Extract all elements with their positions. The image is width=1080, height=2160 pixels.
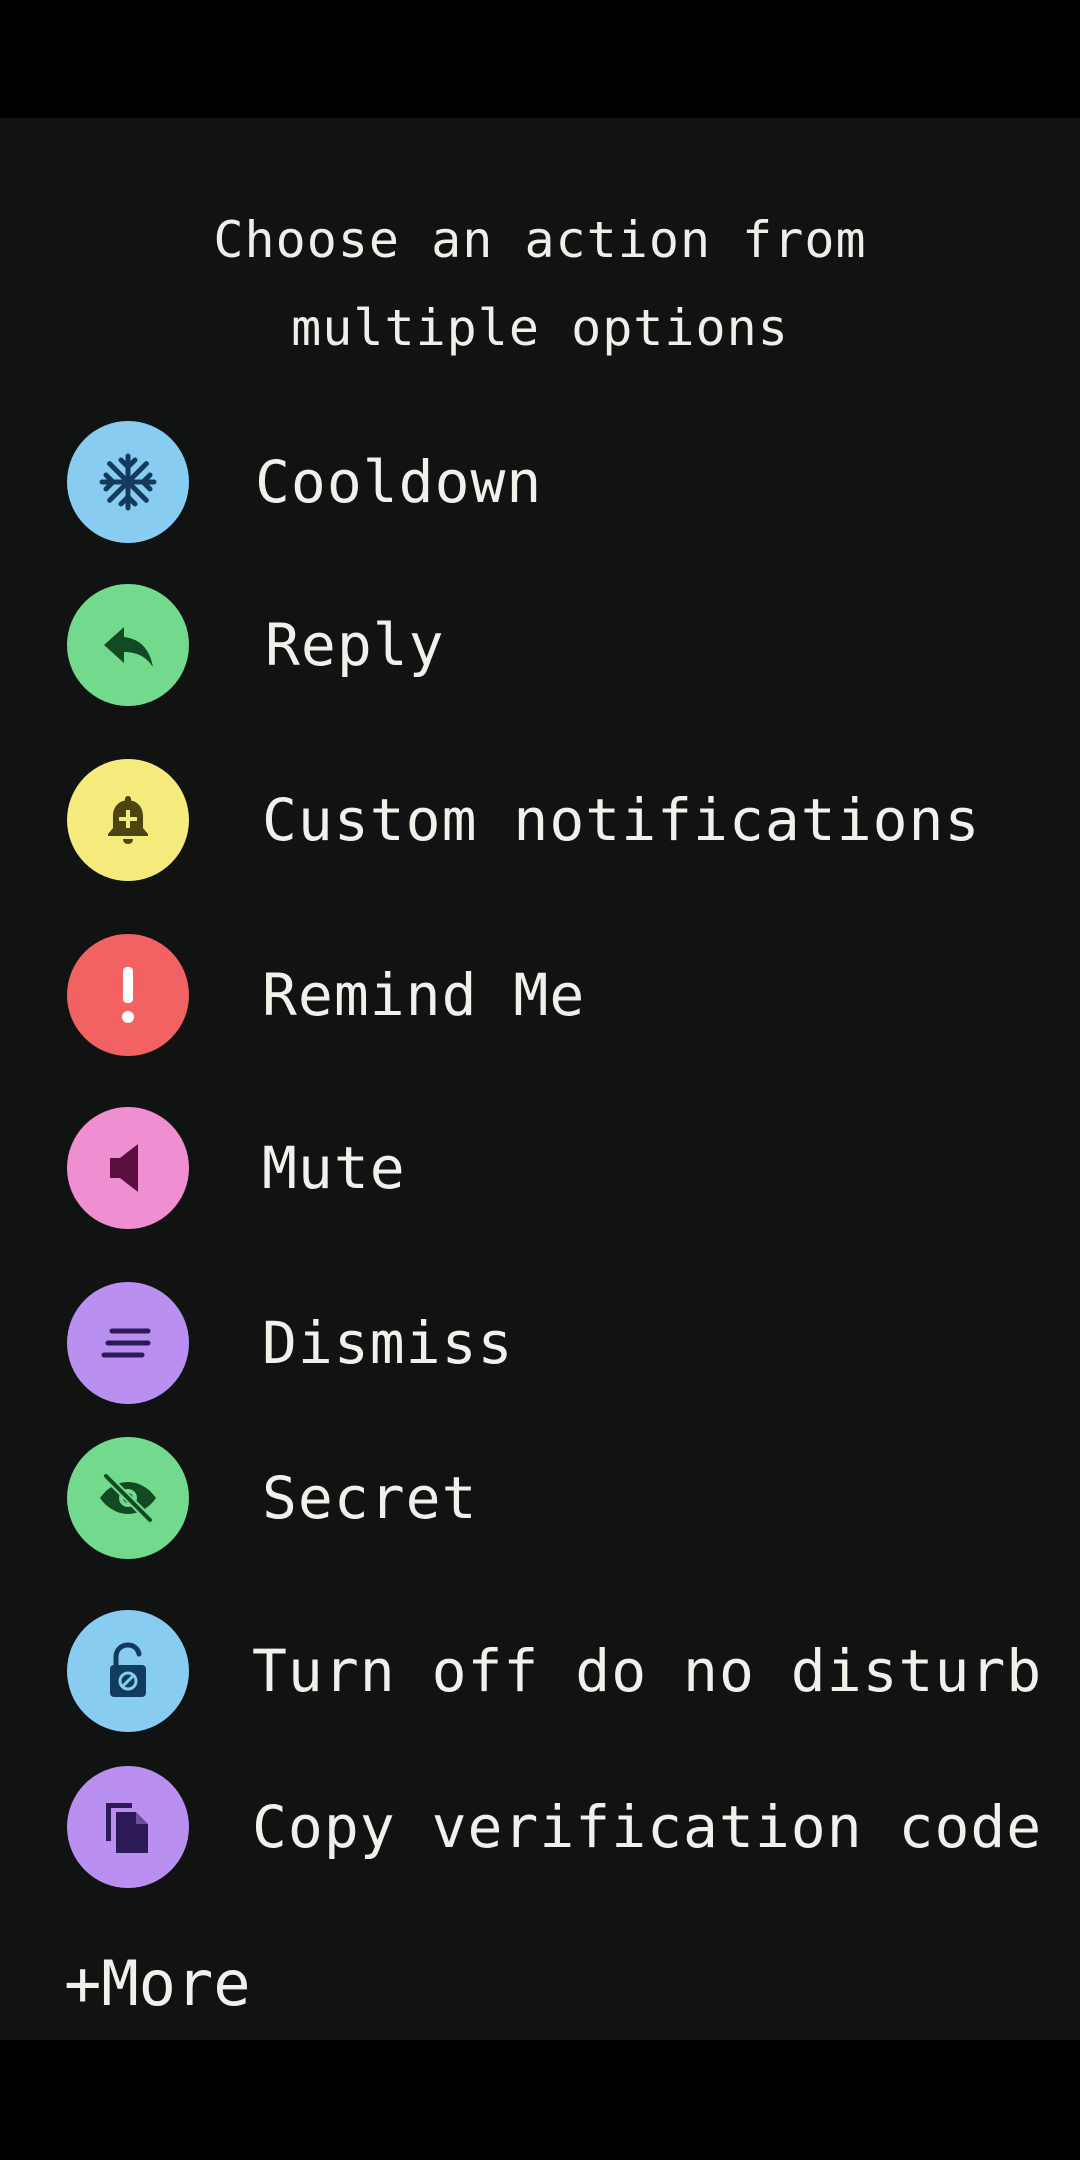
bell-plus-icon <box>108 796 148 844</box>
action-label: Copy verification code <box>252 1793 1043 1861</box>
action-turn-off-dnd[interactable]: Turn off do no disturb <box>0 1610 1080 1734</box>
action-label: Dismiss <box>262 1309 514 1377</box>
action-reply[interactable]: Reply <box>0 584 1080 708</box>
action-mute[interactable]: Mute <box>0 1107 1080 1231</box>
cooldown-circle <box>67 421 189 543</box>
action-custom-notifications[interactable]: Custom notifications <box>0 759 1080 883</box>
remind-me-circle <box>67 934 189 1056</box>
action-cooldown[interactable]: Cooldown <box>0 421 1080 545</box>
unlock-icon <box>110 1642 146 1697</box>
action-label: Custom notifications <box>262 786 981 854</box>
action-secret[interactable]: Secret <box>0 1437 1080 1561</box>
eye-off-icon <box>100 1472 156 1524</box>
navigation-bar-area <box>0 2040 1080 2160</box>
action-label: Mute <box>262 1134 406 1202</box>
lines-icon <box>101 1328 151 1358</box>
action-dismiss[interactable]: Dismiss <box>0 1282 1080 1406</box>
more-button[interactable]: +More <box>64 1944 251 2024</box>
exclamation-icon <box>122 967 134 1023</box>
dismiss-circle <box>67 1282 189 1404</box>
mute-circle <box>67 1107 189 1229</box>
reply-circle <box>67 584 189 706</box>
custom-notifications-circle <box>67 759 189 881</box>
reply-arrow-icon <box>104 627 153 667</box>
turn-off-dnd-circle <box>67 1610 189 1732</box>
header-line-1: Choose an action from <box>213 211 867 269</box>
action-label: Turn off do no disturb <box>252 1637 1043 1705</box>
action-remind-me[interactable]: Remind Me <box>0 934 1080 1058</box>
action-label: Reply <box>265 611 445 679</box>
action-label: Cooldown <box>255 448 543 516</box>
action-panel <box>0 118 1080 2040</box>
snowflake-icon <box>99 453 157 511</box>
secret-circle <box>67 1437 189 1559</box>
status-bar-area <box>0 0 1080 118</box>
action-label: Secret <box>262 1464 478 1532</box>
header-line-2: multiple options <box>291 299 789 357</box>
action-copy-verification-code[interactable]: Copy verification code <box>0 1766 1080 1890</box>
copy-icon <box>106 1803 148 1853</box>
panel-header: Choose an action from multiple options <box>0 196 1080 372</box>
copy-code-circle <box>67 1766 189 1888</box>
action-label: Remind Me <box>262 961 586 1029</box>
speaker-icon <box>110 1144 138 1192</box>
